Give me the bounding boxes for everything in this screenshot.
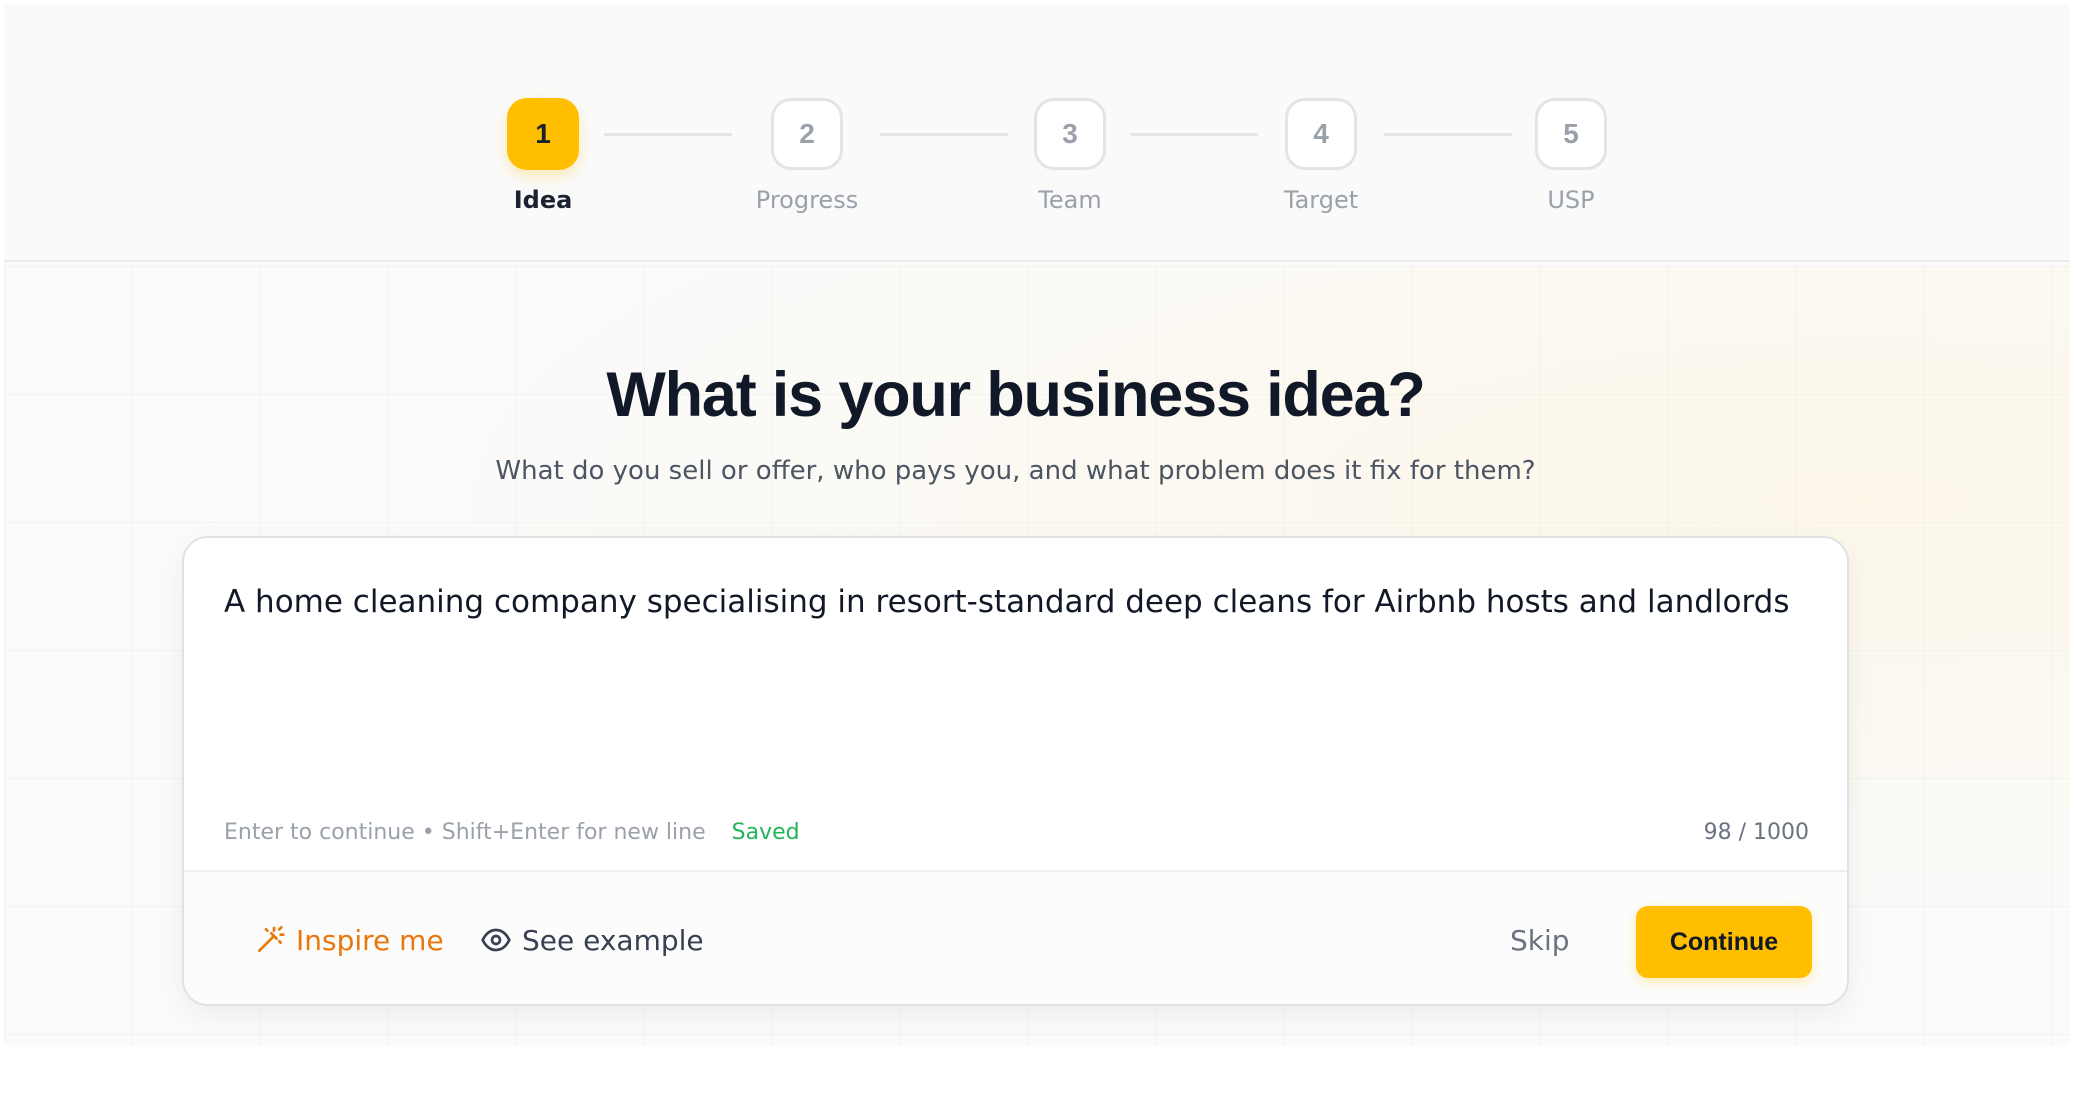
step-number: 2 [771, 98, 843, 170]
step-number: 3 [1034, 98, 1106, 170]
inspire-me-label: Inspire me [296, 923, 444, 957]
step-label: Target [1283, 186, 1359, 214]
character-counter: 98 / 1000 [1703, 819, 1809, 845]
business-idea-input[interactable]: A home cleaning company specialising in … [224, 578, 1804, 778]
step-label: Team [1038, 186, 1102, 214]
step-label: Progress [755, 186, 859, 214]
step-label: Idea [513, 186, 573, 214]
step-label: USP [1547, 186, 1595, 214]
keyboard-hint: Enter to continue • Shift+Enter for new … [224, 819, 706, 845]
see-example-label: See example [522, 923, 704, 957]
continue-button[interactable]: Continue [1636, 906, 1812, 978]
magic-wand-icon [254, 924, 286, 956]
card-footer: Inspire me See example Skip Continue [184, 870, 1847, 1004]
see-example-button[interactable]: See example [480, 918, 704, 962]
eye-icon [480, 924, 512, 956]
step-target[interactable]: 4 Target [1221, 98, 1421, 214]
progress-stepper: 1 Idea 2 Progress 3 Team 4 Target 5 USP [4, 4, 2070, 262]
answer-card: A home cleaning company specialising in … [182, 536, 1849, 1006]
inspire-me-button[interactable]: Inspire me [254, 918, 444, 962]
step-team[interactable]: 3 Team [970, 98, 1170, 214]
app-frame: 1 Idea 2 Progress 3 Team 4 Target 5 USP … [0, 0, 2074, 1102]
step-number: 5 [1535, 98, 1607, 170]
step-number: 1 [507, 98, 579, 170]
step-number: 4 [1285, 98, 1357, 170]
save-status: Saved [731, 819, 800, 845]
step-idea[interactable]: 1 Idea [443, 98, 643, 214]
question-subtitle: What do you sell or offer, who pays you,… [495, 456, 1536, 486]
skip-button[interactable]: Skip [1510, 918, 1570, 962]
input-status-row: Enter to continue • Shift+Enter for new … [224, 816, 1809, 848]
step-progress[interactable]: 2 Progress [707, 98, 907, 214]
question-title: What is your business idea? [606, 360, 1425, 430]
onboarding-page: 1 Idea 2 Progress 3 Team 4 Target 5 USP … [4, 4, 2070, 1046]
step-usp[interactable]: 5 USP [1471, 98, 1671, 214]
